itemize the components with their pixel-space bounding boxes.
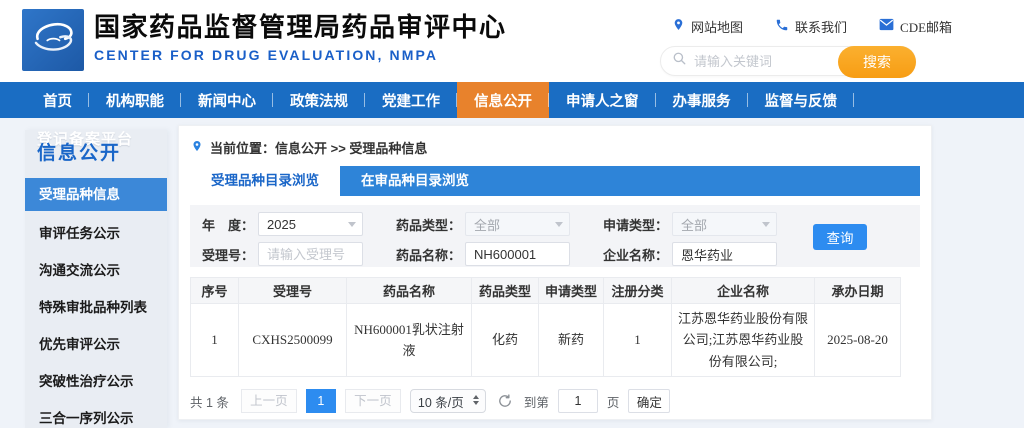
nav-item-services[interactable]: 办事服务 [656, 82, 748, 118]
page-size-select[interactable]: 10 条/页 [409, 389, 486, 414]
site-header: 国家药品监督管理局药品审评中心 CENTER FOR DRUG EVALUATI… [0, 0, 1024, 82]
nav-item-applicant-window[interactable]: 申请人之窗 [549, 82, 656, 118]
accept-no-label: 受理号： [202, 247, 255, 263]
results-table: 序号 受理号 药品名称 药品类型 申请类型 注册分类 企业名称 承办日期 1 C… [190, 277, 901, 378]
table-cell-drug-type: 化药 [471, 302, 539, 378]
search-icon [672, 51, 687, 71]
prev-page-button[interactable]: 上一页 [240, 389, 297, 414]
year-field-group: 年 度： 2025 [202, 212, 363, 236]
swan-swirl-icon [27, 12, 79, 69]
nav-item-policies[interactable]: 政策法规 [273, 82, 365, 118]
sitemap-link[interactable]: 网站地图 [672, 17, 743, 36]
accept-no-field-group: 受理号： [202, 242, 363, 266]
company-label: 企业名称： [602, 247, 668, 263]
table-row: 1 CXHS2500099 NH600001乳状注射液 化药 新药 1 江苏恩华… [190, 302, 901, 378]
nav-item-info-disclosure[interactable]: 信息公开 [457, 82, 549, 118]
drug-type-field-group: 药品类型： 全部 [393, 212, 570, 236]
chevron-down-icon [555, 222, 563, 227]
sidebar-header: 登记备案平台 信息公开 [25, 130, 167, 178]
nav-item-supervision[interactable]: 监督与反馈 [748, 82, 855, 118]
utility-links: 网站地图 联系我们 CDE邮箱 [672, 17, 952, 36]
company-input[interactable] [672, 242, 777, 266]
mailbox-link[interactable]: CDE邮箱 [879, 17, 952, 36]
sidebar-item-review-tasks[interactable]: 审评任务公示 [25, 215, 167, 252]
apply-type-select[interactable]: 全部 [672, 212, 777, 236]
nav-item-home[interactable]: 首页 [26, 82, 89, 118]
sidebar-item-special-approval-list[interactable]: 特殊审批品种列表 [25, 289, 167, 326]
map-pin-icon [672, 17, 685, 36]
breadcrumb: 当前位置：信息公开 >> 受理品种信息 [179, 126, 931, 166]
site-title-block: 国家药品监督管理局药品审评中心 CENTER FOR DRUG EVALUATI… [94, 11, 507, 63]
main-nav: 首页 机构职能 新闻中心 政策法规 党建工作 信息公开 申请人之窗 办事服务 监… [0, 82, 1024, 118]
year-select[interactable]: 2025 [258, 212, 363, 236]
sidebar-item-three-in-one[interactable]: 三合一序列公示 [25, 400, 167, 428]
table-header-cell: 序号 [190, 277, 239, 304]
sidebar: 登记备案平台 信息公开 受理品种信息 审评任务公示 沟通交流公示 特殊审批品种列… [25, 130, 167, 428]
chevron-down-icon [762, 222, 770, 227]
apply-type-field-group: 申请类型： 全部 [600, 212, 777, 236]
current-page-button[interactable]: 1 [305, 389, 336, 414]
total-count-label: 共 1 条 [190, 395, 229, 410]
sidebar-item-breakthrough-therapy[interactable]: 突破性治疗公示 [25, 363, 167, 400]
location-pin-icon [191, 139, 203, 156]
drug-name-label: 药品名称： [395, 247, 461, 263]
table-header-cell: 申请类型 [538, 277, 604, 304]
table-header-cell: 注册分类 [603, 277, 672, 304]
search-button[interactable]: 搜索 [838, 46, 916, 78]
drug-name-input[interactable] [465, 242, 570, 266]
contact-link[interactable]: 联系我们 [775, 17, 847, 36]
sidebar-title: 信息公开 [37, 143, 122, 164]
next-page-button[interactable]: 下一页 [344, 389, 401, 414]
table-cell-drug-name: NH600001乳状注射液 [346, 302, 472, 378]
goto-page-label: 到第 [523, 395, 549, 410]
page-unit-label: 页 [606, 395, 620, 410]
accept-no-input[interactable] [258, 242, 363, 266]
sidebar-item-accepted-varieties[interactable]: 受理品种信息 [25, 178, 167, 211]
table-header-cell: 受理号 [238, 277, 347, 304]
table-header-cell: 企业名称 [671, 277, 815, 304]
table-cell-accept-no: CXHS2500099 [238, 302, 347, 378]
chevron-down-icon [348, 222, 356, 227]
page: 国家药品监督管理局药品审评中心 CENTER FOR DRUG EVALUATI… [0, 0, 1024, 428]
nav-item-functions[interactable]: 机构职能 [89, 82, 181, 118]
apply-type-label: 申请类型： [602, 217, 668, 233]
table-cell-company: 江苏恩华药业股份有限公司;江苏恩华药业股份有限公司; [671, 302, 815, 378]
tab-bar: 受理品种目录浏览 在审品种目录浏览 [190, 166, 920, 196]
table-cell-date: 2025-08-20 [814, 302, 901, 378]
refresh-icon[interactable] [497, 393, 513, 409]
breadcrumb-label: 当前位置：信息公开 >> 受理品种信息 [210, 141, 428, 156]
table-header-cell: 药品名称 [346, 277, 472, 304]
nav-item-news[interactable]: 新闻中心 [181, 82, 273, 118]
drug-type-label: 药品类型： [395, 217, 461, 233]
cde-logo [22, 9, 84, 71]
filter-panel: 年 度： 2025 药品类型： 全部 申请类型： 全部 受理号： 请输入受理号 … [190, 205, 920, 267]
sidebar-item-communication[interactable]: 沟通交流公示 [25, 252, 167, 289]
table-cell-reg-class: 1 [603, 302, 672, 378]
sidebar-item-priority-review[interactable]: 优先审评公示 [25, 326, 167, 363]
year-label: 年 度： [202, 217, 255, 233]
confirm-button[interactable]: 确定 [628, 389, 671, 414]
mail-icon [879, 18, 894, 35]
query-button[interactable]: 查询 [813, 224, 867, 250]
pagination: 共 1 条 上一页 1 下一页 10 条/页 到第 页 确定 [190, 389, 920, 414]
phone-icon [775, 18, 789, 36]
table-header-row: 序号 受理号 药品名称 药品类型 申请类型 注册分类 企业名称 承办日期 [190, 277, 901, 304]
main-content: 当前位置：信息公开 >> 受理品种信息 受理品种目录浏览 在审品种目录浏览 年 … [178, 125, 932, 420]
table-header-cell: 承办日期 [814, 277, 901, 304]
site-search: 搜索 [660, 46, 916, 78]
site-title: 国家药品监督管理局药品审评中心 [94, 12, 507, 42]
tab-under-review-catalog[interactable]: 在审品种目录浏览 [340, 166, 490, 196]
company-field-group: 企业名称： [600, 242, 777, 266]
nav-item-party-building[interactable]: 党建工作 [365, 82, 457, 118]
goto-page-input[interactable] [557, 389, 598, 414]
site-subtitle: CENTER FOR DRUG EVALUATION, NMPA [94, 46, 439, 63]
up-down-arrows-icon [472, 395, 479, 406]
table-cell-apply-type: 新药 [538, 302, 604, 378]
table-header-cell: 药品类型 [471, 277, 539, 304]
drug-name-field-group: 药品名称： [393, 242, 570, 266]
table-cell-seq: 1 [190, 302, 239, 378]
tab-accepted-catalog[interactable]: 受理品种目录浏览 [190, 166, 340, 196]
drug-type-select[interactable]: 全部 [465, 212, 570, 236]
